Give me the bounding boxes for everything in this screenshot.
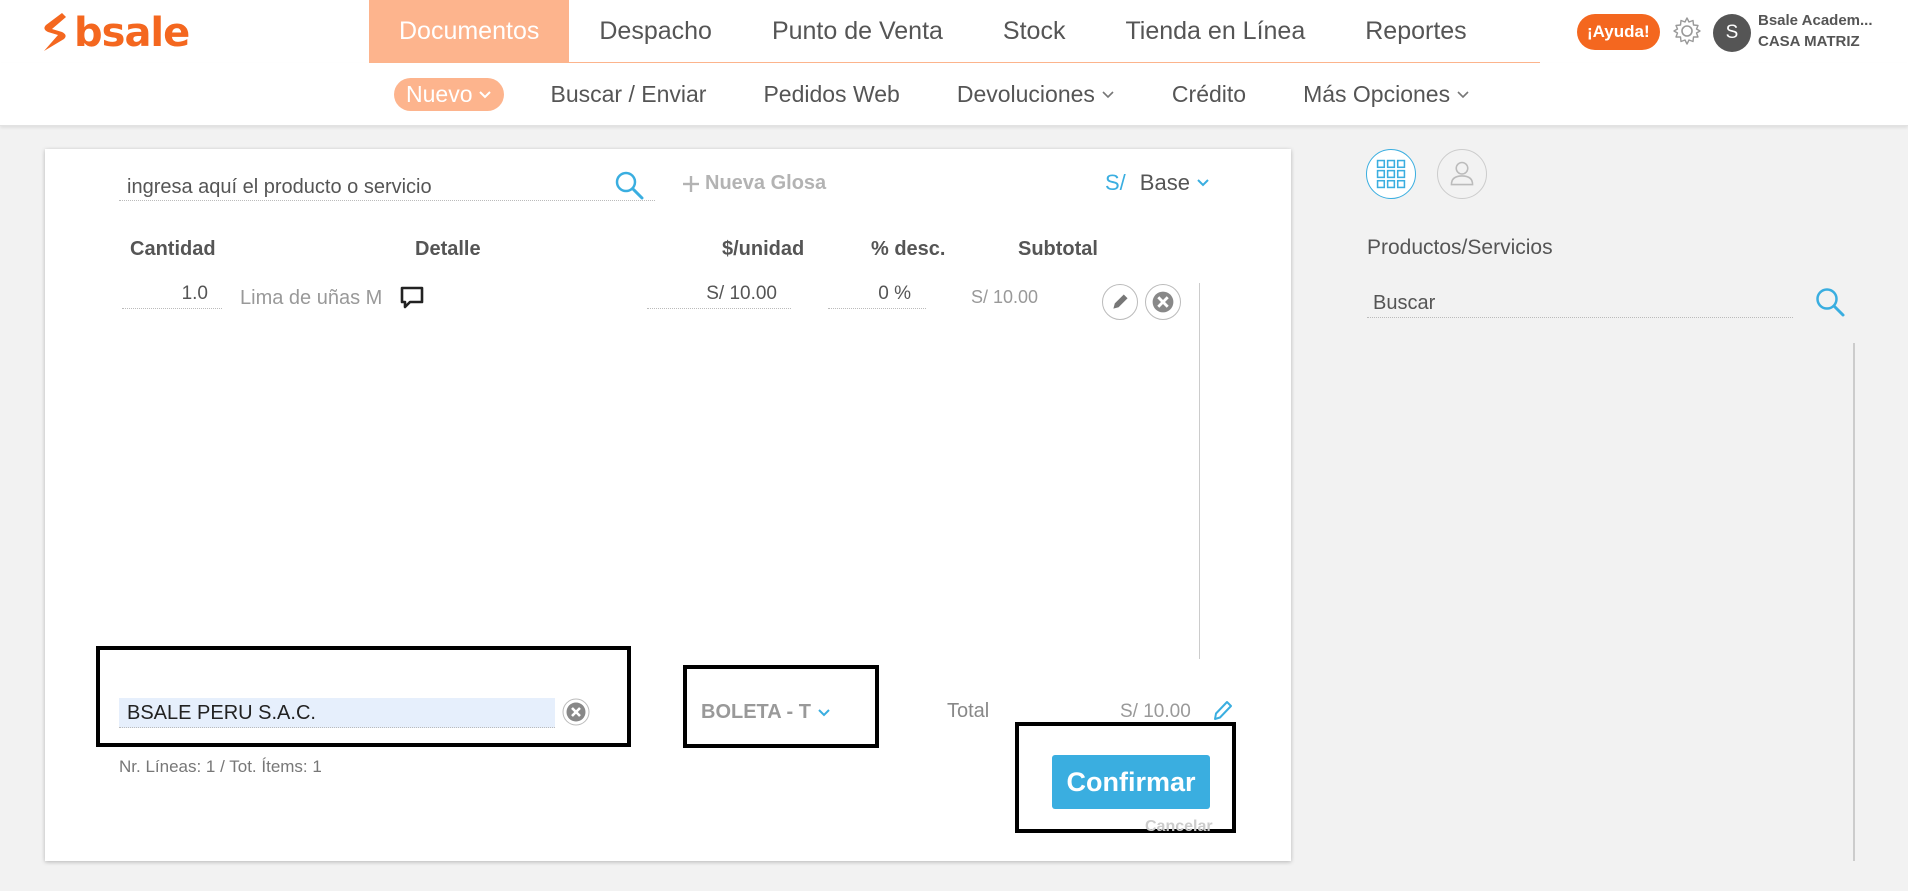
chevron-down-icon <box>479 90 492 98</box>
pencil-icon[interactable] <box>1212 698 1234 722</box>
line-unit-price-input[interactable]: S/ 10.00 <box>647 279 791 309</box>
lines-summary: Nr. Líneas: 1 / Tot. Ítems: 1 <box>119 757 322 776</box>
document-type-label: BOLETA - T <box>701 701 811 723</box>
sub-nav-devoluciones-label: Devoluciones <box>956 81 1095 107</box>
total-label: Total <box>947 700 990 722</box>
nav-documentos[interactable]: Documentos <box>369 0 570 63</box>
chevron-down-icon <box>818 708 830 716</box>
main-nav: Documentos Despacho Punto de Venta Stock… <box>369 0 1497 63</box>
column-header-subtotal: Subtotal <box>1018 238 1098 260</box>
bsale-logo[interactable]: bsale <box>38 10 190 56</box>
branch-name: CASA MATRIZ <box>1758 33 1860 50</box>
price-list-selector[interactable]: S/ Base <box>1105 170 1210 196</box>
sub-nav-pedidos-web[interactable]: Pedidos Web <box>763 81 899 108</box>
products-panel-title: Productos/Servicios <box>1367 236 1553 259</box>
clear-client-icon[interactable] <box>561 697 591 727</box>
sub-nav: Nuevo Buscar / Enviar Pedidos Web Devolu… <box>394 63 1527 126</box>
sub-nav-devoluciones[interactable]: Devoluciones <box>957 81 1115 108</box>
sub-nav-buscar-enviar[interactable]: Buscar / Enviar <box>550 81 706 108</box>
help-button[interactable]: ¡Ayuda! <box>1577 14 1660 50</box>
client-view-icon[interactable] <box>1437 149 1487 199</box>
column-header-cantidad: Cantidad <box>130 238 216 260</box>
client-input[interactable]: BSALE PERU S.A.C. <box>119 698 555 728</box>
plus-icon <box>683 175 699 192</box>
line-discount-input[interactable]: 0 % <box>828 279 926 309</box>
top-navbar: bsale Documentos Despacho Punto de Venta… <box>0 0 1908 64</box>
line-subtotal: S/ 10.00 <box>971 287 1039 307</box>
new-gloss-button[interactable]: Nueva Glosa <box>681 172 826 195</box>
products-panel-scrollbar[interactable] <box>1853 343 1855 861</box>
edit-line-icon[interactable] <box>1102 284 1138 320</box>
user-name[interactable]: Bsale Academ... <box>1758 12 1873 29</box>
sub-nav-nuevo[interactable]: Nuevo <box>394 78 505 111</box>
new-gloss-label: Nueva Glosa <box>705 172 827 194</box>
chevron-down-icon <box>1457 90 1469 98</box>
column-header-unit-price: $/unidad <box>722 238 805 260</box>
line-quantity-input[interactable]: 1.0 <box>122 279 222 309</box>
document-card: ingresa aquí el producto o servicio Nuev… <box>45 149 1291 861</box>
nav-reportes[interactable]: Reportes <box>1335 0 1496 63</box>
sub-nav-credito[interactable]: Crédito <box>1172 81 1246 108</box>
bsale-s-icon <box>44 13 66 51</box>
products-search-input[interactable]: Buscar <box>1367 288 1793 318</box>
line-detail: Lima de uñas M <box>240 287 383 309</box>
delete-line-icon[interactable] <box>1145 284 1181 320</box>
document-type-selector[interactable]: BOLETA - T <box>701 701 831 724</box>
lines-scrollbar[interactable] <box>1199 283 1200 659</box>
column-header-detalle: Detalle <box>415 238 481 260</box>
client-highlight-box <box>96 646 631 747</box>
comment-icon[interactable] <box>399 285 425 311</box>
confirm-button[interactable]: Confirmar <box>1052 755 1210 809</box>
price-list-label: Base <box>1139 170 1190 195</box>
chevron-down-icon <box>1197 179 1209 187</box>
sub-nav-nuevo-label: Nuevo <box>406 81 473 107</box>
nav-tienda-en-linea[interactable]: Tienda en Línea <box>1095 0 1335 63</box>
sub-nav-mas-opciones-label: Más Opciones <box>1303 81 1451 107</box>
user-avatar[interactable]: S <box>1713 14 1751 52</box>
total-value: S/ 10.00 <box>1120 701 1191 722</box>
sub-nav-mas-opciones[interactable]: Más Opciones <box>1303 81 1470 108</box>
nav-despacho[interactable]: Despacho <box>569 0 742 63</box>
logo-text: bsale <box>74 10 190 56</box>
grid-view-icon[interactable] <box>1366 149 1416 199</box>
product-search-input[interactable]: ingresa aquí el producto o servicio <box>119 173 655 201</box>
search-icon[interactable] <box>613 169 645 201</box>
currency-symbol: S/ <box>1105 170 1126 195</box>
gear-icon[interactable] <box>1671 15 1703 47</box>
sub-navbar: Nuevo Buscar / Enviar Pedidos Web Devolu… <box>0 63 1908 126</box>
column-header-discount: % desc. <box>871 238 946 260</box>
nav-stock[interactable]: Stock <box>973 0 1096 63</box>
chevron-down-icon <box>1102 90 1114 98</box>
nav-punto-de-venta[interactable]: Punto de Venta <box>742 0 973 63</box>
cancel-link[interactable]: Cancelar <box>1145 818 1213 836</box>
search-icon[interactable] <box>1813 285 1847 319</box>
